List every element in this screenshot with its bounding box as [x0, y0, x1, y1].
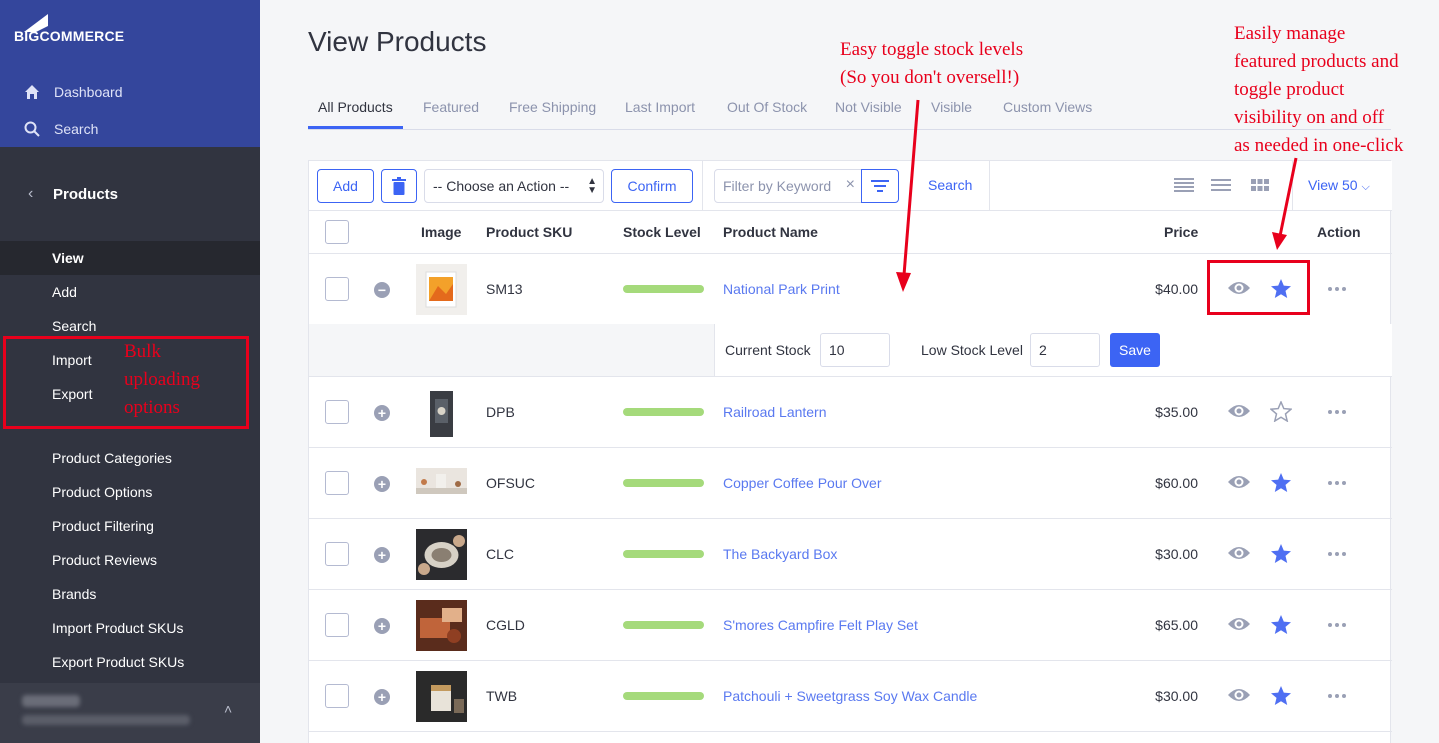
annotation-arrowhead	[1272, 232, 1287, 250]
annotation-arrowhead	[896, 272, 911, 292]
annotation-arrow-featured	[1278, 157, 1298, 237]
annotation-arrows	[896, 99, 1298, 292]
annotation-arrow-stock	[902, 99, 920, 276]
